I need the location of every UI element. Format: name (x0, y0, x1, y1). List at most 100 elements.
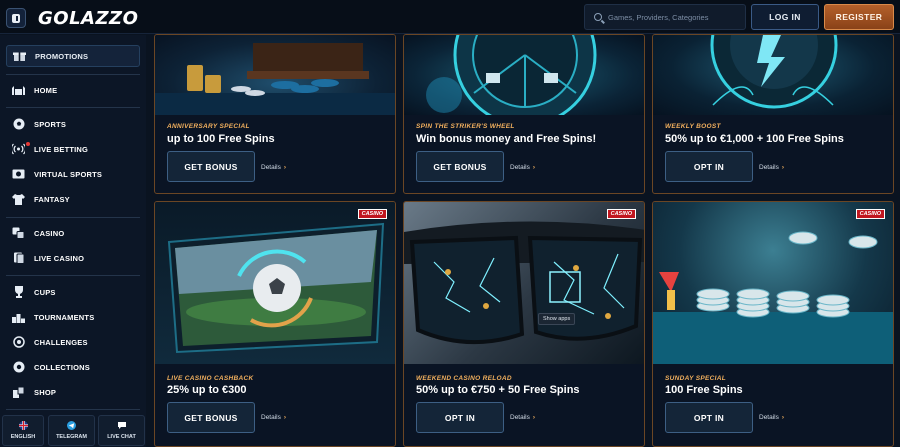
search-icon (594, 13, 602, 21)
language-button[interactable]: ENGLISH (2, 415, 44, 446)
details-link[interactable]: Details › (510, 164, 535, 171)
promo-subtitle: WEEKLY BOOST (665, 123, 721, 130)
promo-image-wheel (404, 35, 644, 115)
sidebar-toggle-button[interactable] (6, 8, 26, 28)
live-chat-button[interactable]: LIVE CHAT (98, 415, 145, 446)
collection-icon (12, 361, 25, 374)
promo-card[interactable]: CASINO LIVE CASINO CASHBACK 25% up to €3… (154, 201, 396, 447)
logo[interactable]: GOLAZZO (38, 8, 138, 29)
sidebar-item-label: HOME (34, 85, 58, 95)
live-chat-label: LIVE CHAT (107, 434, 136, 440)
sidebar-item-label: CHALLENGES (34, 337, 88, 347)
opt-in-button[interactable]: OPT IN (665, 151, 753, 182)
sidebar-divider (6, 107, 140, 108)
sidebar-toggle-icon (12, 13, 20, 23)
sidebar-item-label: CASINO (34, 228, 65, 238)
opt-in-button[interactable]: OPT IN (665, 402, 753, 433)
promo-title: 25% up to €300 (167, 384, 247, 396)
search-input[interactable]: Games, Providers, Categories (584, 4, 746, 30)
details-link[interactable]: Details › (261, 414, 286, 421)
telegram-button[interactable]: TELEGRAM (48, 415, 95, 446)
virtual-screen-icon (12, 168, 25, 181)
telegram-label: TELEGRAM (56, 434, 87, 440)
sidebar-item-label: FANTASY (34, 194, 70, 204)
sidebar-item-shop[interactable]: SHOP (6, 381, 140, 403)
details-link[interactable]: Details › (261, 164, 286, 171)
sidebar-item-home[interactable]: HOME (6, 79, 140, 101)
live-indicator-dot (26, 142, 30, 146)
chevron-right-icon: › (532, 164, 536, 171)
chevron-right-icon: › (283, 164, 287, 171)
chevron-right-icon: › (781, 164, 785, 171)
sidebar-item-sports[interactable]: SPORTS (6, 113, 140, 135)
sidebar-item-live-betting[interactable]: LIVE BETTING (6, 138, 140, 160)
promo-image-weekend-reload (404, 202, 644, 364)
sidebar-item-label: SHOP (34, 387, 57, 397)
telegram-icon (67, 421, 76, 432)
sidebar-item-challenges[interactable]: CHALLENGES (6, 331, 140, 353)
sidebar-item-label: CUPS (34, 287, 56, 297)
cards-icon (12, 252, 25, 265)
search-placeholder: Games, Providers, Categories (608, 12, 709, 22)
promo-title: 50% up to €1,000 + 100 Free Spins (665, 133, 844, 145)
promo-card[interactable]: ANNIVERSARY SPECIAL up to 100 Free Spins… (154, 34, 396, 194)
uk-flag-icon (18, 421, 28, 432)
login-button[interactable]: LOG IN (751, 4, 819, 30)
promo-subtitle: ANNIVERSARY SPECIAL (167, 123, 250, 130)
sidebar: PROMOTIONS HOME SPORTS LIVE BETTING VIRT… (0, 35, 146, 447)
opt-in-button[interactable]: OPT IN (416, 402, 504, 433)
casino-badge: CASINO (606, 209, 636, 219)
promo-subtitle: WEEKEND CASINO RELOAD (416, 375, 512, 382)
sidebar-item-virtual-sports[interactable]: VIRTUAL SPORTS (6, 163, 140, 185)
chat-icon (117, 421, 127, 432)
sidebar-item-tournaments[interactable]: TOURNAMENTS (6, 306, 140, 328)
dice-icon (12, 227, 25, 240)
promo-card[interactable]: WEEKLY BOOST 50% up to €1,000 + 100 Free… (652, 34, 894, 194)
promo-card[interactable]: SPIN THE STRIKER'S WHEEL Win bonus money… (403, 34, 645, 194)
sidebar-divider (6, 74, 140, 75)
promo-title: Win bonus money and Free Spins! (416, 133, 597, 145)
sidebar-item-cups[interactable]: CUPS (6, 281, 140, 303)
sidebar-item-fantasy[interactable]: FANTASY (6, 188, 140, 210)
gift-icon (13, 50, 26, 63)
register-button[interactable]: REGISTER (824, 4, 894, 30)
promo-card[interactable]: CASINO SUNDAY SPECIAL 100 Free Spins OPT… (652, 201, 894, 447)
promo-title: up to 100 Free Spins (167, 133, 275, 145)
promo-subtitle: SPIN THE STRIKER'S WHEEL (416, 123, 515, 130)
details-link[interactable]: Details › (510, 414, 535, 421)
details-link[interactable]: Details › (759, 164, 784, 171)
language-label: ENGLISH (10, 434, 36, 440)
top-bar: GOLAZZO Games, Providers, Categories LOG… (0, 0, 900, 34)
chevron-right-icon: › (781, 414, 785, 421)
get-bonus-button[interactable]: GET BONUS (416, 151, 504, 182)
tooltip: Show apps (538, 313, 576, 325)
chevron-right-icon: › (532, 414, 536, 421)
promo-title: 100 Free Spins (665, 384, 743, 396)
casino-badge: CASINO (855, 209, 885, 219)
sidebar-item-live-casino[interactable]: LIVE CASINO (6, 247, 140, 269)
sidebar-divider (6, 409, 140, 410)
chevron-right-icon: › (283, 414, 287, 421)
promo-card[interactable]: Show apps CASINO WEEKEND CASINO RELOAD 5… (403, 201, 645, 447)
football-icon (12, 118, 25, 131)
trophy-icon (12, 286, 25, 299)
sidebar-item-casino[interactable]: CASINO (6, 222, 140, 244)
sidebar-item-collections[interactable]: COLLECTIONS (6, 356, 140, 378)
casino-badge: CASINO (357, 209, 387, 219)
promo-title: 50% up to €750 + 50 Free Spins (416, 384, 580, 396)
get-bonus-button[interactable]: GET BONUS (167, 151, 255, 182)
sidebar-item-label: VIRTUAL SPORTS (34, 169, 103, 179)
promo-image-cashback (155, 202, 395, 364)
sidebar-item-promotions[interactable]: PROMOTIONS (6, 45, 140, 67)
sidebar-item-label: LIVE CASINO (34, 253, 85, 263)
promo-subtitle: SUNDAY SPECIAL (665, 375, 727, 382)
sidebar-item-label: PROMOTIONS (35, 51, 89, 61)
get-bonus-button[interactable]: GET BONUS (167, 402, 255, 433)
details-link[interactable]: Details › (759, 414, 784, 421)
promo-subtitle: LIVE CASINO CASHBACK (167, 375, 254, 382)
stadium-icon (12, 84, 25, 97)
jersey-icon (12, 193, 25, 206)
shop-icon (12, 386, 25, 399)
sidebar-divider (6, 275, 140, 276)
sidebar-item-label: SPORTS (34, 119, 67, 129)
